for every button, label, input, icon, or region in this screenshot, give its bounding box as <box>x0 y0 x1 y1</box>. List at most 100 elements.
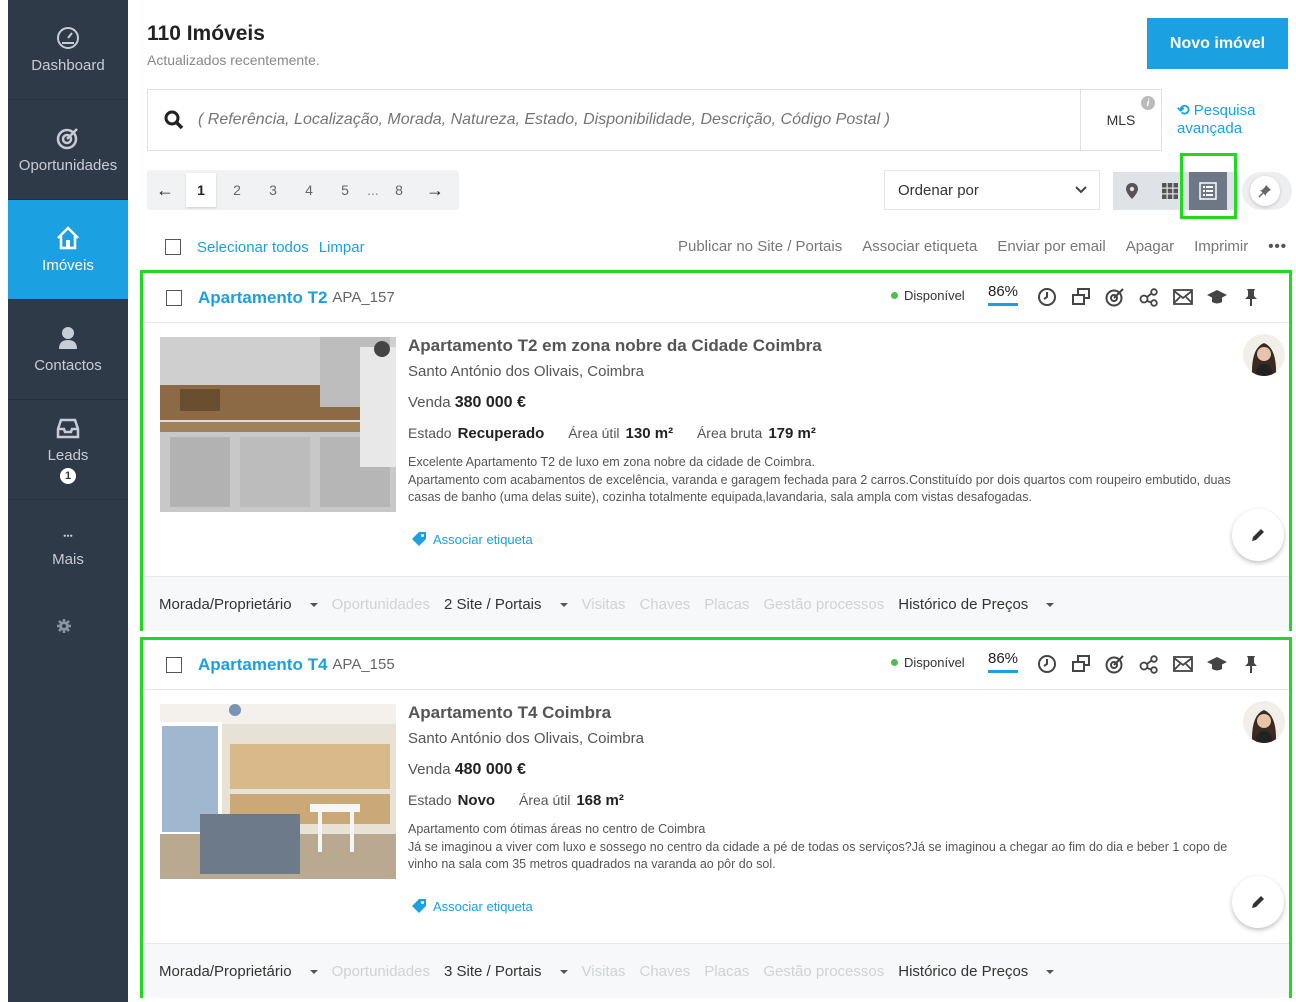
associate-tag-link[interactable]: Associar etiqueta <box>411 531 533 547</box>
listing-title[interactable]: Apartamento T4 <box>198 655 327 675</box>
share-icon[interactable] <box>1138 286 1160 308</box>
completeness-indicator[interactable]: 86% <box>988 283 1019 306</box>
completeness-indicator[interactable]: 86% <box>988 650 1019 673</box>
select-all-checkbox[interactable] <box>165 239 181 255</box>
duplicate-icon[interactable] <box>1070 286 1092 308</box>
listing-photo[interactable] <box>160 337 396 512</box>
owner-label: Morada/Proprietário <box>159 962 292 980</box>
print-action[interactable]: Imprimir <box>1194 238 1248 255</box>
listing-checkbox[interactable] <box>166 656 182 673</box>
page-8-button[interactable]: 8 <box>384 173 414 207</box>
pin-icon[interactable] <box>1240 653 1262 675</box>
status-badge: Disponível <box>891 655 965 670</box>
gear-icon[interactable] <box>56 618 72 634</box>
clock-icon[interactable] <box>1036 286 1058 308</box>
listing-reference: APA_157 <box>332 289 395 306</box>
listing-header: Apartamento T4 APA_155 Disponível 86% <box>143 640 1289 690</box>
map-view-button[interactable] <box>1113 172 1151 210</box>
graduation-cap-icon[interactable] <box>1206 286 1228 308</box>
select-all-link[interactable]: Selecionar todos <box>197 239 309 256</box>
mail-icon[interactable] <box>1172 286 1194 308</box>
price-history-dropdown[interactable]: Histórico de Preços <box>898 596 1055 613</box>
edit-listing-button[interactable] <box>1232 876 1284 928</box>
owner-dropdown[interactable]: Morada/Proprietário <box>159 963 318 980</box>
living-room-photo <box>160 704 396 879</box>
listing-price: Venda 480 000 € <box>408 761 526 779</box>
pin-icon[interactable] <box>1240 286 1262 308</box>
pin-icon <box>1258 185 1271 198</box>
mail-icon[interactable] <box>1172 653 1194 675</box>
advanced-search-icon: ⟲ <box>1177 102 1190 119</box>
sort-label: Ordenar por <box>898 181 979 199</box>
next-page-button[interactable]: → <box>420 173 450 207</box>
search-input[interactable] <box>198 111 1078 129</box>
clock-icon[interactable] <box>1036 653 1058 675</box>
spec-label: Estado <box>408 792 452 808</box>
caret-down-icon <box>309 969 318 974</box>
target-icon[interactable] <box>1104 653 1126 675</box>
opportunities-tab: Oportunidades <box>331 595 430 613</box>
sidebar-item-mais[interactable]: Mais <box>8 500 128 600</box>
search-bar <box>147 89 1081 151</box>
listing-location: Santo António dos Olivais, Coimbra <box>408 730 644 747</box>
tag-action[interactable]: Associar etiqueta <box>862 238 977 255</box>
opportunities-tab: Oportunidades <box>331 962 430 980</box>
agent-avatar[interactable] <box>1243 701 1285 743</box>
price-value: 480 000 € <box>454 761 526 778</box>
sidebar-item-leads[interactable]: Leads 1 <box>8 400 128 500</box>
page-3-button[interactable]: 3 <box>258 173 288 207</box>
pin-toggle-knob <box>1250 176 1280 206</box>
owner-label: Morada/Proprietário <box>159 595 292 613</box>
status-dot <box>891 292 898 299</box>
listing-actions <box>1036 653 1262 675</box>
publish-action[interactable]: Publicar no Site / Portais <box>678 238 842 255</box>
gauge-icon <box>57 27 79 49</box>
info-icon[interactable]: i <box>1141 96 1155 110</box>
mls-label: MLS <box>1106 112 1136 128</box>
prev-page-button[interactable]: ← <box>150 173 180 207</box>
listing-title[interactable]: Apartamento T2 <box>198 288 327 308</box>
keys-tab: Chaves <box>639 595 691 613</box>
owner-dropdown[interactable]: Morada/Proprietário <box>159 596 318 613</box>
leads-count-badge: 1 <box>60 468 76 484</box>
sidebar-item-contactos[interactable]: Contactos <box>8 300 128 400</box>
associate-tag-link[interactable]: Associar etiqueta <box>411 898 533 914</box>
listing-header: Apartamento T2 APA_157 Disponível 86% <box>143 273 1289 323</box>
portals-dropdown[interactable]: 2 Site / Portais <box>444 596 568 613</box>
delete-action[interactable]: Apagar <box>1126 238 1174 255</box>
agent-avatar[interactable] <box>1243 334 1285 376</box>
keys-tab: Chaves <box>639 962 691 980</box>
sidebar-item-imoveis[interactable]: Imóveis <box>8 200 128 300</box>
more-actions-button[interactable]: ••• <box>1268 238 1287 255</box>
listing-checkbox[interactable] <box>166 289 182 306</box>
visits-tab: Visitas <box>581 962 626 980</box>
map-pin-icon <box>1126 183 1138 199</box>
mls-toggle[interactable]: MLS i <box>1081 89 1162 151</box>
new-property-button[interactable]: Novo imóvel <box>1147 18 1288 69</box>
status-label: Disponível <box>904 288 965 303</box>
listing-headline[interactable]: Apartamento T4 Coimbra <box>408 703 611 723</box>
duplicate-icon[interactable] <box>1070 653 1092 675</box>
sidebar-item-dashboard[interactable]: Dashboard <box>8 0 128 100</box>
advanced-search-link[interactable]: ⟲ Pesquisa avançada <box>1177 102 1287 138</box>
signs-tab: Placas <box>704 595 750 613</box>
portals-label: 3 Site / Portais <box>443 962 542 980</box>
pin-toggle[interactable] <box>1242 172 1292 210</box>
sort-select[interactable]: Ordenar por <box>884 170 1100 210</box>
tag-icon <box>412 532 426 546</box>
sidebar-item-oportunidades[interactable]: Oportunidades <box>8 100 128 200</box>
price-history-dropdown[interactable]: Histórico de Preços <box>898 963 1055 980</box>
graduation-cap-icon[interactable] <box>1206 653 1228 675</box>
portals-dropdown[interactable]: 3 Site / Portais <box>444 963 568 980</box>
clear-selection-link[interactable]: Limpar <box>319 239 365 256</box>
page-2-button[interactable]: 2 <box>222 173 252 207</box>
edit-listing-button[interactable] <box>1232 509 1284 561</box>
listing-headline[interactable]: Apartamento T2 em zona nobre da Cidade C… <box>408 336 822 356</box>
email-action[interactable]: Enviar por email <box>997 238 1105 255</box>
page-4-button[interactable]: 4 <box>294 173 324 207</box>
share-icon[interactable] <box>1138 653 1160 675</box>
page-1-button[interactable]: 1 <box>186 173 216 207</box>
page-5-button[interactable]: 5 <box>330 173 360 207</box>
listing-photo[interactable] <box>160 704 396 879</box>
target-icon[interactable] <box>1104 286 1126 308</box>
